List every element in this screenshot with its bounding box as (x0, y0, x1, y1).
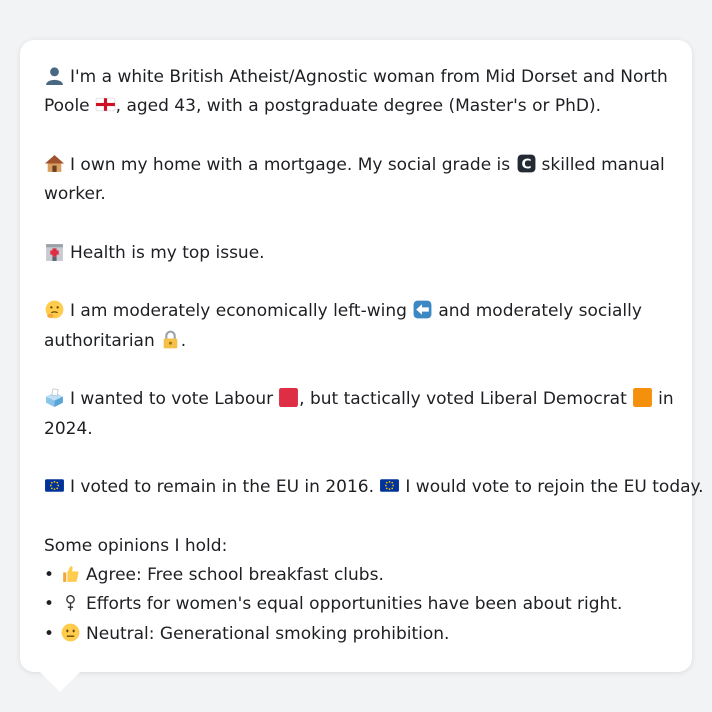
list-item: • Neutral: Generational smoking prohibit… (44, 620, 672, 649)
opinions-paragraph: Some opinions I hold: • Agree: Free scho… (44, 532, 672, 649)
vote-text-1a: I wanted to vote Labour (70, 389, 274, 410)
female-sign-icon (60, 592, 81, 613)
identity-text-2a: Poole (44, 96, 90, 117)
identity-text-1: I'm a white British Atheist/Agnostic wom… (70, 67, 668, 87)
ideology-text-2: authoritarian (44, 330, 155, 351)
bullet-dot: • (44, 594, 55, 615)
vote-paragraph: I wanted to vote Labour , but tactically… (44, 385, 674, 444)
eu-paragraph: I voted to remain in the EU in 2016. I w… (44, 473, 704, 502)
persona-card: I'm a white British Atheist/Agnostic wom… (20, 40, 704, 672)
home-text-1b: skilled manual (541, 154, 665, 175)
eu-text-a: I voted to remain in the EU in 2016. (70, 477, 374, 498)
ideology-text-2-end: . (180, 330, 187, 351)
vote-text-2: 2024. (44, 418, 93, 439)
opinion-text-1: Agree: Free school breakfast clubs. (86, 565, 384, 586)
eu-flag-icon (44, 475, 65, 496)
identity-text-2b: , aged 43, with a postgraduate degree (M… (115, 96, 602, 117)
ideology-text-1a: I am moderately economically left-wing (70, 301, 407, 322)
top-issue-text: Health is my top issue. (70, 242, 265, 263)
speech-bubble-tail (40, 672, 80, 692)
ballot-box-icon (44, 387, 65, 408)
neutral-face-icon (60, 622, 81, 643)
red-square-icon (278, 387, 299, 408)
ideology-paragraph: I am moderately economically left-wing a… (44, 297, 672, 356)
letter-c-icon: C (516, 153, 537, 174)
thumbs-up-icon (60, 563, 81, 584)
vote-text-1c: in (658, 389, 674, 410)
top-issue-paragraph: Health is my top issue. (44, 239, 672, 268)
hospital-icon (44, 241, 65, 262)
home-text-1a: I own my home with a mortgage. My social… (70, 154, 511, 175)
svg-text:C: C (521, 157, 531, 173)
ideology-text-1b: and moderately socially (438, 301, 642, 322)
thinking-face-icon (44, 299, 65, 320)
eu-text-b: I would vote to rejoin the EU today. (405, 477, 704, 498)
england-flag-icon (95, 94, 116, 115)
left-arrow-icon (412, 299, 433, 320)
bust-in-silhouette-icon (44, 65, 65, 86)
eu-flag-icon (379, 475, 400, 496)
lock-icon (160, 329, 181, 350)
bullet-dot: • (44, 565, 55, 586)
home-paragraph: I own my home with a mortgage. My social… (44, 151, 672, 210)
opinion-text-2: Efforts for women's equal opportunities … (86, 594, 623, 615)
list-item: • Agree: Free school breakfast clubs. (44, 561, 672, 590)
opinions-heading: Some opinions I hold: (44, 535, 228, 556)
identity-paragraph: I'm a white British Atheist/Agnostic wom… (44, 63, 672, 122)
home-text-2: worker. (44, 184, 106, 205)
orange-square-icon (632, 387, 653, 408)
bullet-dot: • (44, 623, 55, 644)
house-icon (44, 153, 65, 174)
vote-text-1b: , but tactically voted Liberal Democrat (299, 389, 627, 410)
list-item: • Efforts for women's equal opportunitie… (44, 590, 672, 619)
opinion-text-3: Neutral: Generational smoking prohibitio… (86, 623, 450, 644)
